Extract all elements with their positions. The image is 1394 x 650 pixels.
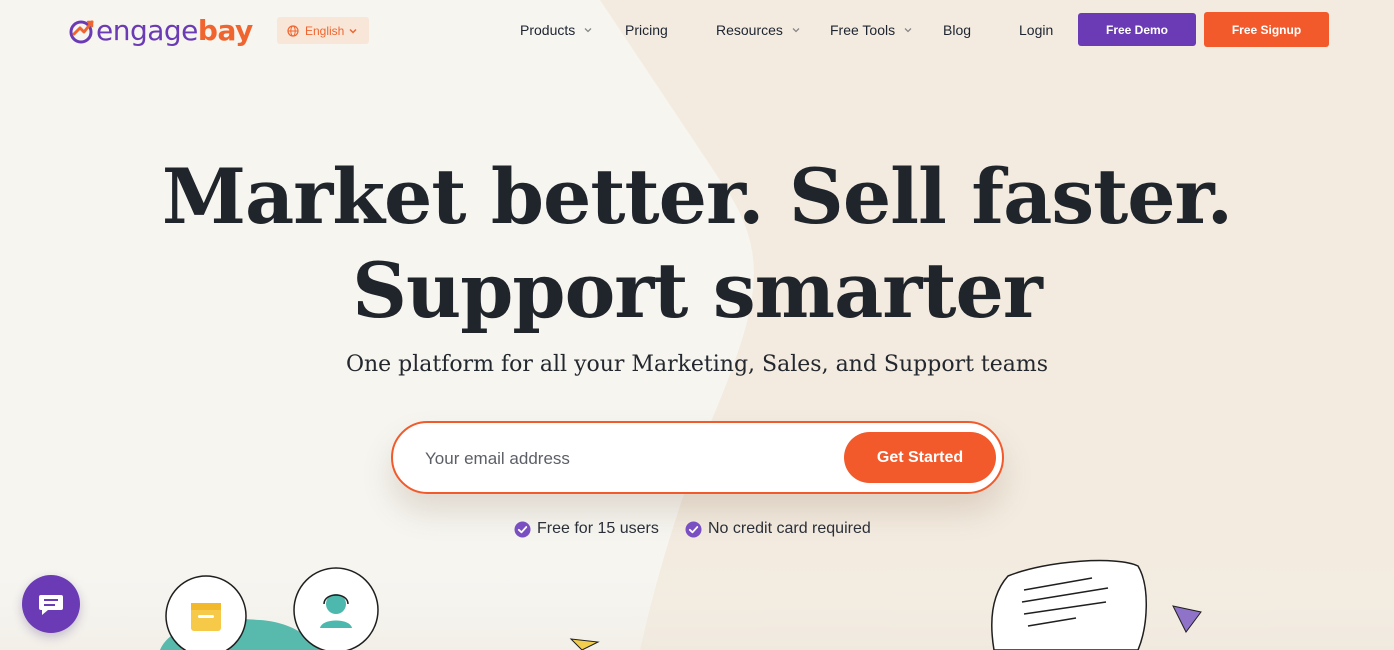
yellow-triangle-decoration xyxy=(569,638,600,650)
nav-resources-label: Resources xyxy=(716,22,783,38)
perk-label: No credit card required xyxy=(708,520,871,537)
logo-mark-icon xyxy=(69,20,94,44)
nav-pricing-label: Pricing xyxy=(625,22,668,38)
inbox-icon xyxy=(165,575,247,650)
speech-bubble-decoration xyxy=(991,559,1202,650)
free-demo-button[interactable]: Free Demo xyxy=(1078,13,1196,46)
free-signup-button[interactable]: Free Signup xyxy=(1204,12,1329,47)
feature-illustration-left xyxy=(160,567,379,650)
nav-login[interactable]: Login xyxy=(1019,20,1053,40)
nav-pricing[interactable]: Pricing xyxy=(625,20,668,40)
check-circle-icon xyxy=(685,521,702,537)
nav-products-label: Products xyxy=(520,22,576,38)
hero-headline-line-1: Market better. Sell faster. xyxy=(161,152,1233,241)
engagebay-logo[interactable]: engagebay xyxy=(68,14,253,48)
language-label: English xyxy=(305,23,345,38)
chat-widget-button[interactable] xyxy=(22,575,80,633)
get-started-button[interactable]: Get Started xyxy=(844,432,996,483)
logo-wordmark: engagebay xyxy=(96,16,253,46)
nav-free-tools-label: Free Tools xyxy=(830,22,896,38)
chevron-down-icon xyxy=(792,28,800,33)
chevron-down-icon xyxy=(904,28,912,33)
language-selector[interactable]: English xyxy=(277,17,369,44)
email-signup-form: Get Started xyxy=(391,421,1004,494)
logo-text-bay: bay xyxy=(197,14,253,47)
chat-icon xyxy=(39,595,63,615)
nav-free-tools[interactable]: Free Tools xyxy=(830,20,913,40)
check-circle-icon xyxy=(514,521,531,537)
chevron-down-icon xyxy=(584,28,592,33)
top-navigation: engagebay English Products Pricing Resou… xyxy=(0,0,1394,60)
support-agent-icon xyxy=(293,567,379,650)
nav-login-label: Login xyxy=(1019,22,1054,38)
perk-label: Free for 15 users xyxy=(537,520,659,537)
nav-resources[interactable]: Resources xyxy=(716,20,801,40)
nav-blog[interactable]: Blog xyxy=(943,20,971,40)
hero-subtitle: One platform for all your Marketing, Sal… xyxy=(345,352,1049,377)
globe-icon xyxy=(287,24,299,37)
hero-headline: Market better. Sell faster. Support smar… xyxy=(0,150,1394,338)
nav-products[interactable]: Products xyxy=(520,20,593,40)
logo-text-engage: engage xyxy=(96,14,198,47)
perk-item: No credit card required xyxy=(685,520,871,538)
email-input[interactable] xyxy=(423,443,827,475)
chevron-down-icon xyxy=(349,28,357,34)
perk-item: Free for 15 users xyxy=(514,520,659,538)
hero-headline-line-2: Support smarter xyxy=(352,246,1043,335)
nav-blog-label: Blog xyxy=(943,22,972,38)
